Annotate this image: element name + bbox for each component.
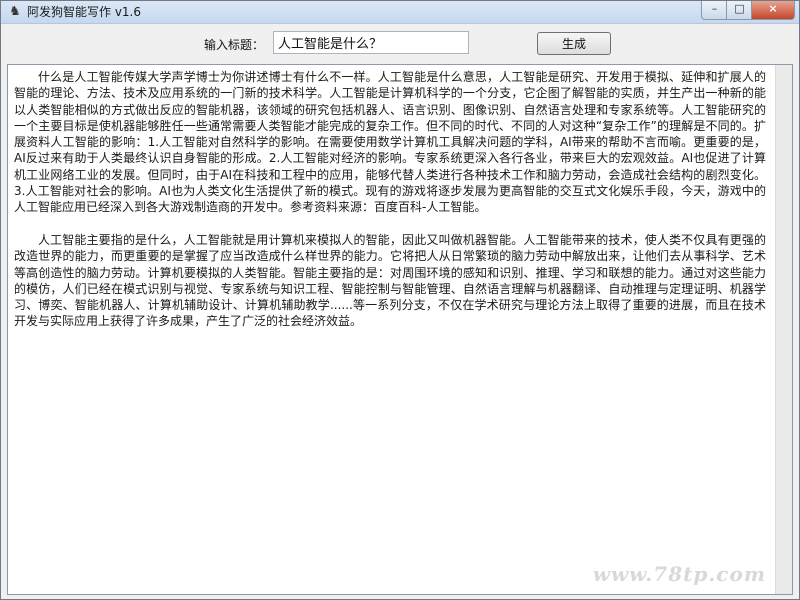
app-logo-icon: ♞	[9, 4, 21, 19]
minimize-button[interactable]: –	[701, 1, 728, 20]
title-bar[interactable]: ♞ 阿发狗智能写作 v1.6 – □ ×	[1, 1, 799, 24]
title-input-label: 输入标题：	[204, 38, 265, 52]
output-paragraph: 什么是人工智能传媒大学声学博士为你讲述博士有什么不一样。人工智能是什么意思，人工…	[14, 70, 766, 215]
title-input[interactable]	[273, 31, 469, 54]
input-toolbar: 输入标题： 生成	[1, 24, 799, 62]
output-text: 什么是人工智能传媒大学声学博士为你讲述博士有什么不一样。人工智能是什么意思，人工…	[14, 69, 766, 589]
vertical-scrollbar[interactable]	[775, 65, 792, 594]
output-paragraph: 人工智能主要指的是什么，人工智能就是用计算机来模拟人的智能，因此又叫做机器智能。…	[14, 232, 766, 329]
close-button[interactable]: ×	[751, 1, 795, 20]
output-textarea[interactable]: 什么是人工智能传媒大学声学博士为你讲述博士有什么不一样。人工智能是什么意思，人工…	[7, 64, 793, 595]
app-window: ♞ 阿发狗智能写作 v1.6 – □ × 输入标题： 生成 什么是人工智能传媒大…	[0, 0, 800, 600]
generate-button[interactable]: 生成	[537, 32, 611, 55]
maximize-button[interactable]: □	[726, 1, 753, 20]
window-title: 阿发狗智能写作 v1.6	[27, 5, 142, 19]
site-watermark: www.78tp.com	[592, 562, 766, 586]
